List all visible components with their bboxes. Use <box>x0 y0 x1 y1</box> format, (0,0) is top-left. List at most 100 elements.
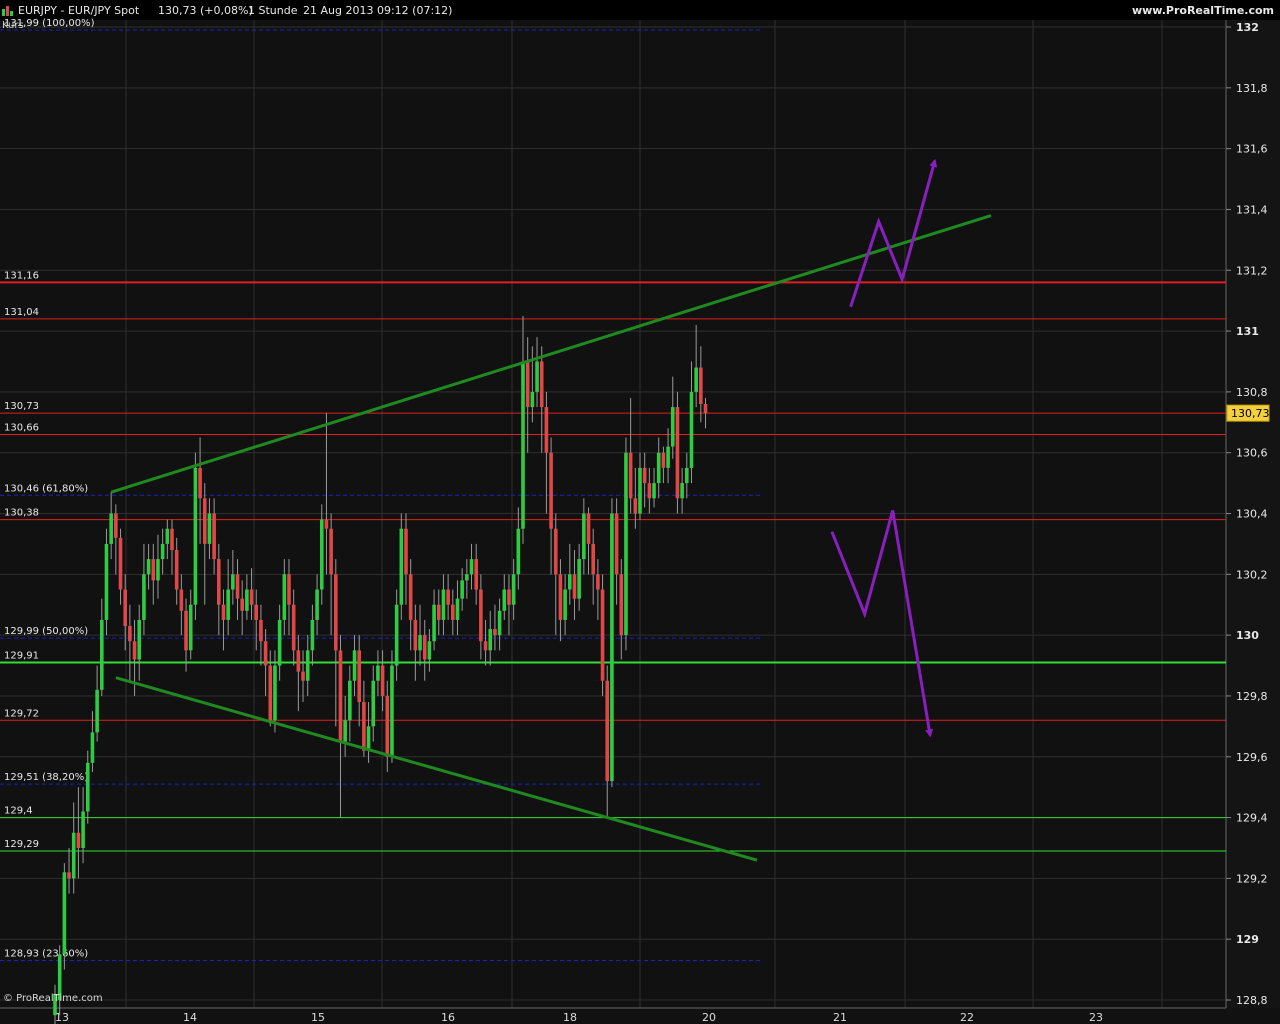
candle-body <box>572 574 577 599</box>
y-tick-label: 129 <box>1236 933 1259 946</box>
candle-body <box>249 589 254 605</box>
candle-body <box>638 467 642 514</box>
level-label: 128,93 (23,60%) <box>4 948 88 959</box>
x-tick-label: 16 <box>441 1011 455 1024</box>
candle-body <box>231 574 235 590</box>
candle-body <box>184 610 188 651</box>
candle-body <box>394 604 399 666</box>
candle-body <box>160 543 165 560</box>
candle-body <box>315 589 319 620</box>
candle-body <box>142 574 146 620</box>
x-tick-label: 21 <box>833 1011 847 1024</box>
candle-body <box>366 726 371 751</box>
candle-body <box>259 619 263 642</box>
candle-body <box>235 574 240 599</box>
candle-body <box>422 635 427 660</box>
candle-body <box>642 467 647 484</box>
price-chart[interactable]: 13 14 15 16 18 20 21 22 23 132 131,8 131,6 131,4 131,… <box>0 0 1280 1024</box>
candle-body <box>254 604 259 620</box>
candle-body <box>553 528 558 575</box>
candle-body <box>511 574 516 605</box>
candle-body <box>90 732 95 763</box>
candle-body <box>521 361 525 529</box>
y-tick-label: 131,6 <box>1236 143 1268 156</box>
candle-body <box>488 629 493 651</box>
x-tick-label: 22 <box>960 1011 974 1024</box>
candle-body <box>605 680 610 782</box>
y-tick-label: 130,2 <box>1236 568 1268 581</box>
candle-body <box>291 604 296 651</box>
candle-body <box>137 619 142 660</box>
candle-body <box>413 619 418 651</box>
candle-body <box>170 528 174 550</box>
candle-body <box>71 832 76 879</box>
y-tick-label: 130,8 <box>1236 386 1268 399</box>
candle-body <box>329 528 333 575</box>
candle-body <box>399 528 404 605</box>
candle-body <box>680 483 684 499</box>
y-tick-label: 131,2 <box>1236 264 1268 277</box>
candle-body <box>432 604 436 642</box>
y-tick-label: 130,4 <box>1236 508 1268 521</box>
y-tick-label: 129,8 <box>1236 690 1268 703</box>
y-tick-label: 132 <box>1236 21 1259 34</box>
candle-body <box>633 498 638 514</box>
level-label: 131,16 <box>4 270 39 281</box>
y-tick-label: 131,8 <box>1236 82 1268 95</box>
candle-body <box>95 689 99 733</box>
candle-body <box>245 589 249 611</box>
indicator-label: Kurs <box>2 20 24 31</box>
x-tick-label: 18 <box>563 1011 577 1024</box>
candle-body <box>685 467 689 484</box>
candle-body <box>188 604 193 651</box>
level-label: 129,91 <box>4 650 39 661</box>
y-tick-label: 130,6 <box>1236 447 1268 460</box>
candle-body <box>502 589 507 611</box>
candle-body <box>628 452 633 499</box>
candle-body <box>460 580 464 599</box>
candle-down <box>600 574 605 696</box>
x-tick-label: 15 <box>311 1011 325 1024</box>
candle-body <box>558 574 563 620</box>
candle-body <box>451 604 455 620</box>
candle-body <box>577 559 581 599</box>
level-label: 129,51 (38,20%) <box>4 772 88 783</box>
candle-body <box>221 604 226 620</box>
candle-body <box>661 452 666 468</box>
candle-body <box>591 543 595 575</box>
candle-body <box>114 513 118 538</box>
level-label: 130,38 <box>4 508 39 519</box>
candle-body <box>610 513 614 782</box>
candle-body <box>62 872 67 955</box>
level-label: 130,66 <box>4 422 39 433</box>
candle-body <box>174 549 179 590</box>
candle-body <box>81 811 85 848</box>
candle-body <box>493 629 497 636</box>
candle-body <box>507 589 511 605</box>
level-label: 129,4 <box>4 806 33 817</box>
x-tick-label: 23 <box>1089 1011 1103 1024</box>
candle-body <box>418 635 422 651</box>
candle-body <box>539 361 544 408</box>
candle-body <box>310 619 315 651</box>
candle-up <box>62 863 67 970</box>
candle-body <box>338 650 343 742</box>
candle-body <box>563 589 567 620</box>
candle-body <box>263 641 268 666</box>
candle-body <box>582 513 586 560</box>
candle-body <box>226 589 230 620</box>
candle-body <box>675 407 680 499</box>
y-tick-label: 131 <box>1236 325 1259 338</box>
candle-body <box>305 650 310 681</box>
candle-body <box>479 589 483 642</box>
candle-body <box>385 695 390 757</box>
candle-body <box>647 483 652 499</box>
candle-body <box>525 361 530 408</box>
candle-body <box>217 559 221 605</box>
candle-body <box>446 589 450 605</box>
candle-body <box>202 498 207 544</box>
candle-body <box>198 467 202 499</box>
candle-body <box>301 671 305 681</box>
candle-up <box>193 452 198 620</box>
candle-body <box>156 559 160 581</box>
